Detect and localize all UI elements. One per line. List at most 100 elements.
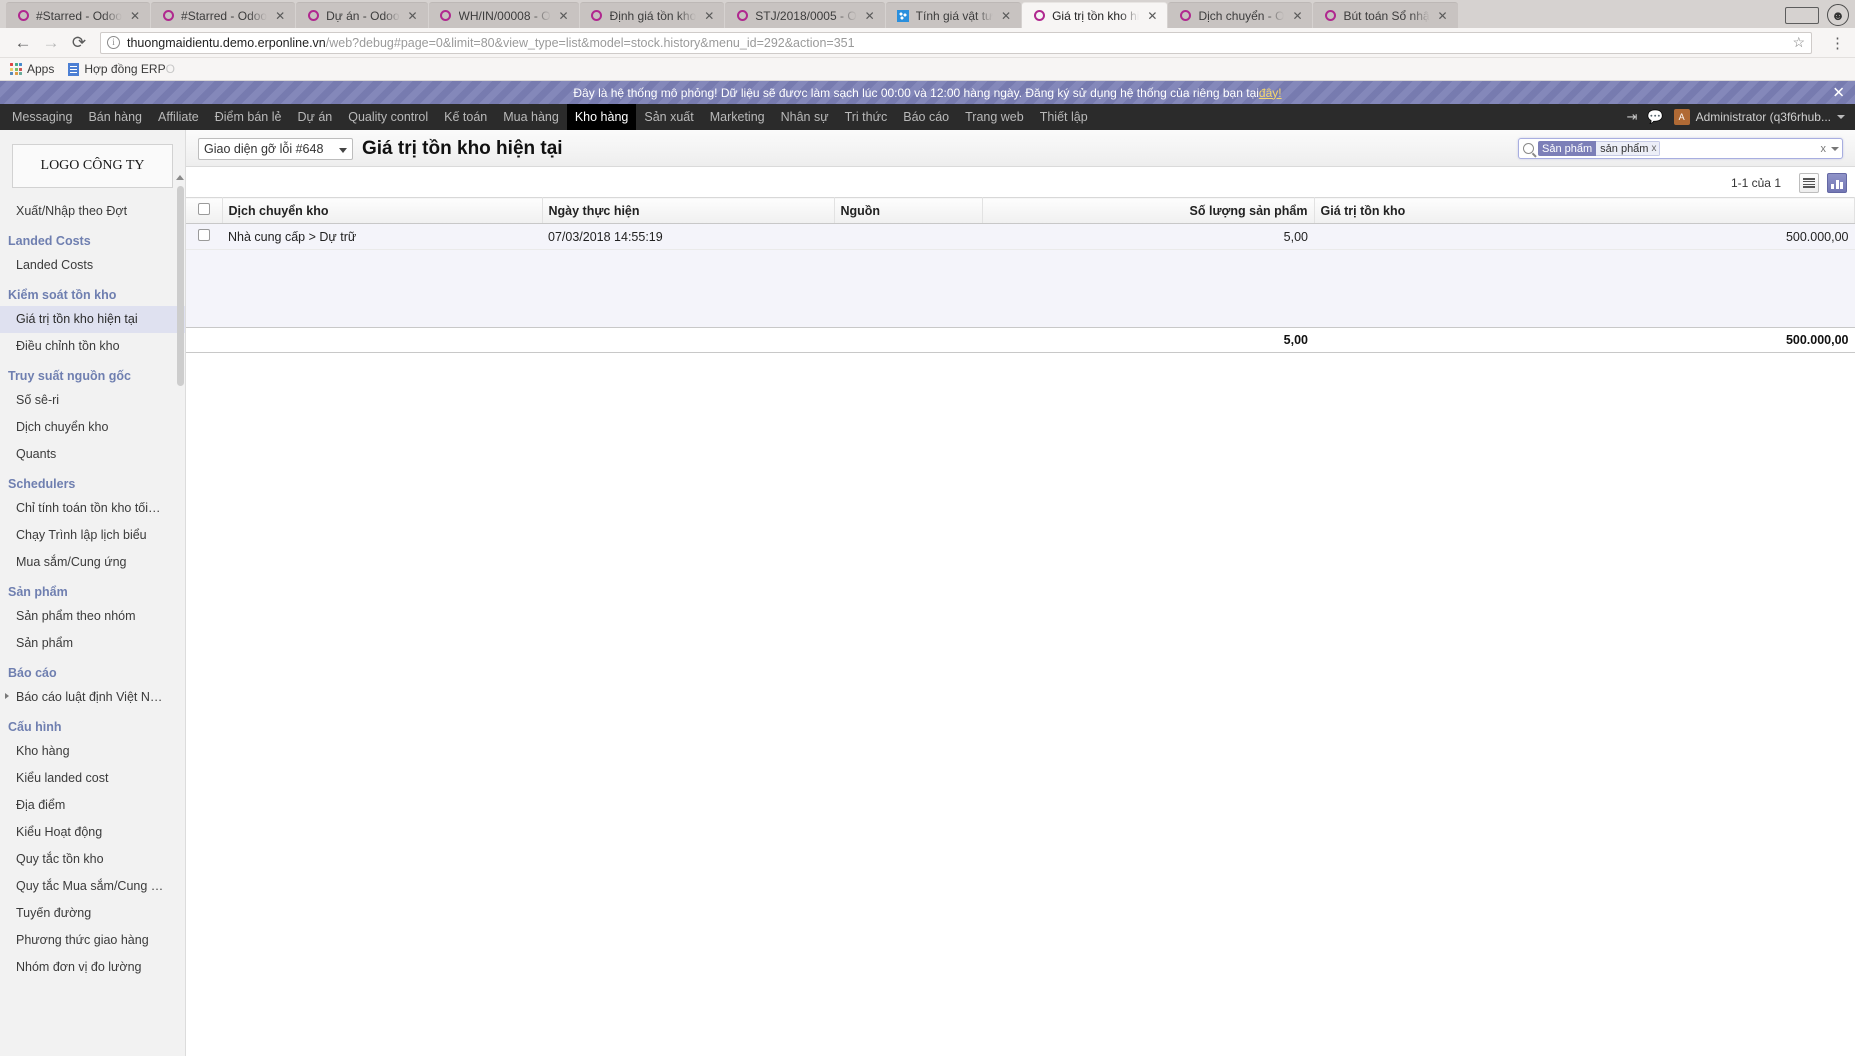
close-icon[interactable]: ✕ — [273, 10, 287, 22]
browser-tab[interactable]: Định giá tồn kho ✕ — [579, 2, 725, 28]
menu-item-pos[interactable]: Điểm bán lẻ — [207, 104, 290, 130]
close-icon[interactable]: ✕ — [1832, 85, 1845, 100]
sidebar-item-procurement-rules[interactable]: Quy tắc Mua sắm/Cung … — [0, 873, 185, 900]
sidebar-item-quants[interactable]: Quants — [0, 441, 185, 468]
sidebar-item-landed-cost-types[interactable]: Kiểu landed cost — [0, 765, 185, 792]
column-header-value[interactable]: Giá trị tồn kho — [1314, 197, 1855, 224]
list-view-icon[interactable] — [1799, 173, 1819, 193]
apps-label: Apps — [27, 62, 55, 76]
browser-tab[interactable]: #Starred - Odoo ✕ — [151, 2, 296, 28]
sidebar-item-stock-moves[interactable]: Dịch chuyển kho — [0, 414, 185, 441]
menu-item-knowledge[interactable]: Tri thức — [837, 104, 896, 130]
sidebar-scrollbar[interactable] — [177, 186, 184, 386]
menu-item-sales[interactable]: Bán hàng — [80, 104, 150, 130]
menu-item-manufacturing[interactable]: Sản xuất — [636, 104, 701, 130]
close-icon[interactable]: ✕ — [1145, 10, 1159, 22]
menu-item-messaging[interactable]: Messaging — [0, 104, 80, 130]
column-header-move[interactable]: Dịch chuyển kho — [222, 197, 543, 224]
close-icon[interactable]: ✕ — [1290, 10, 1304, 22]
user-menu[interactable]: A Administrator (q3f6rhub... — [1673, 109, 1845, 125]
search-facet-label: Sản phẩm — [1538, 141, 1597, 156]
column-header-source[interactable]: Nguồn — [834, 197, 983, 224]
sidebar-item-procurement[interactable]: Mua sắm/Cung ứng — [0, 549, 185, 576]
menu-item-inventory[interactable]: Kho hàng — [566, 104, 637, 130]
menu-item-hr[interactable]: Nhân sự — [773, 104, 837, 130]
sidebar-item-vn-statutory-reports[interactable]: Báo cáo luật định Việt N… — [0, 684, 185, 711]
close-icon[interactable]: ✕ — [128, 10, 142, 22]
sidebar-item-product-variants[interactable]: Sản phẩm theo nhóm — [0, 603, 185, 630]
browser-tab-active[interactable]: Giá trị tồn kho hi ✕ — [1022, 2, 1168, 28]
row-checkbox[interactable] — [198, 229, 210, 241]
sidebar-item-operation-types[interactable]: Kiểu Hoạt động — [0, 819, 185, 846]
browser-tab[interactable]: #Starred - Odoo ✕ — [6, 2, 151, 28]
sidebar-item-warehouses[interactable]: Kho hàng — [0, 738, 185, 765]
browser-menu-icon[interactable]: ⋮ — [1830, 34, 1845, 52]
menu-item-settings[interactable]: Thiết lập — [1032, 104, 1096, 130]
close-icon[interactable]: ✕ — [999, 10, 1013, 22]
sidebar-item-routes[interactable]: Tuyến đường — [0, 900, 185, 927]
sidebar-item-delivery-methods[interactable]: Phương thức giao hàng — [0, 927, 185, 954]
sidebar-item-reordering-rules[interactable]: Quy tắc tồn kho — [0, 846, 185, 873]
search-clear-icon[interactable]: x — [1818, 143, 1830, 155]
menu-item-affiliate[interactable]: Affiliate — [150, 104, 207, 130]
bookmark-item[interactable]: Hợp đồng ERP O — [68, 62, 175, 76]
back-icon[interactable]: ← — [10, 30, 36, 56]
browser-tab[interactable]: Dự án - Odoo ✕ — [296, 2, 428, 28]
sidebar-item-serial-numbers[interactable]: Số sê-ri — [0, 387, 185, 414]
bookmark-star-icon[interactable]: ☆ — [1792, 34, 1805, 51]
debug-view-select[interactable]: Giao diện gỡ lỗi #648 — [198, 138, 353, 160]
menu-item-website[interactable]: Trang web — [957, 104, 1032, 130]
maximize-icon[interactable] — [1785, 6, 1819, 24]
banner-register-link[interactable]: đây! — [1259, 86, 1282, 100]
menu-item-marketing[interactable]: Marketing — [702, 104, 773, 130]
scroll-up-icon[interactable] — [176, 175, 184, 180]
url-host: thuongmaidientu.demo.erponline.vn — [127, 35, 326, 50]
browser-tab[interactable]: Bút toán Sổ nhậ ✕ — [1313, 2, 1458, 28]
table-row[interactable]: Nhà cung cấp > Dự trữ 07/03/2018 14:55:1… — [186, 223, 1855, 250]
sidebar-item-locations[interactable]: Địa điểm — [0, 792, 185, 819]
address-bar[interactable]: i thuongmaidientu.demo.erponline.vn /web… — [100, 31, 1812, 54]
facet-remove-icon[interactable]: x — [1651, 143, 1656, 154]
profile-avatar-icon[interactable]: ☻ — [1827, 4, 1849, 26]
close-icon[interactable]: ✕ — [406, 10, 420, 22]
menu-item-quality-control[interactable]: Quality control — [340, 104, 436, 130]
close-icon[interactable]: ✕ — [1436, 10, 1450, 22]
sidebar-item-current-inventory-value[interactable]: Giá trị tồn kho hiện tại — [0, 306, 185, 333]
row-select-cell[interactable] — [186, 223, 222, 250]
cell-date: 07/03/2018 14:55:19 — [542, 223, 834, 250]
close-icon[interactable]: ✕ — [863, 10, 877, 22]
search-facet[interactable]: Sản phẩm sản phẩm x — [1538, 141, 1661, 156]
chat-icon[interactable]: 💬 — [1647, 109, 1663, 125]
select-all-cell[interactable] — [186, 197, 223, 224]
browser-tab[interactable]: WH/IN/00008 - O ✕ — [428, 2, 579, 28]
sidebar-item-batch-pickings[interactable]: Xuất/Nhập theo Đợt — [0, 198, 185, 225]
chevron-down-icon[interactable] — [1831, 146, 1839, 151]
browser-tab[interactable]: STJ/2018/0005 - O ✕ — [725, 2, 885, 28]
select-all-checkbox[interactable] — [198, 203, 210, 215]
menu-item-purchase[interactable]: Mua hàng — [495, 104, 567, 130]
graph-view-icon[interactable] — [1827, 173, 1847, 193]
column-header-date[interactable]: Ngày thực hiện — [542, 197, 835, 224]
menu-item-accounting[interactable]: Kế toán — [436, 104, 495, 130]
sidebar-item-products[interactable]: Sản phẩm — [0, 630, 185, 657]
apps-shortcut[interactable]: Apps — [10, 62, 54, 76]
sidebar-item-uom-categories[interactable]: Nhóm đơn vị đo lường — [0, 954, 185, 981]
logout-icon[interactable]: ⇥ — [1627, 109, 1638, 125]
column-header-quantity[interactable]: Số lượng sản phẩm — [982, 197, 1315, 224]
odoo-icon — [306, 9, 320, 23]
browser-tab[interactable]: Tính giá vật tư ✕ — [885, 2, 1022, 28]
menu-item-project[interactable]: Dự án — [289, 104, 340, 130]
sidebar-item-landed-costs[interactable]: Landed Costs — [0, 252, 185, 279]
pager[interactable]: 1-1 của 1 — [1731, 176, 1781, 190]
sidebar-item-run-scheduler[interactable]: Chạy Trình lập lịch biểu — [0, 522, 185, 549]
site-info-icon[interactable]: i — [107, 36, 120, 49]
reload-icon[interactable]: ⟳ — [66, 30, 92, 56]
close-icon[interactable]: ✕ — [702, 10, 716, 22]
forward-icon[interactable]: → — [38, 30, 64, 56]
search-input[interactable]: Sản phẩm sản phẩm x x — [1518, 138, 1843, 159]
browser-tab[interactable]: Dịch chuyển - O ✕ — [1168, 2, 1313, 28]
menu-item-reporting[interactable]: Báo cáo — [895, 104, 957, 130]
sidebar-item-inventory-adjustment[interactable]: Điều chỉnh tồn kho — [0, 333, 185, 360]
close-icon[interactable]: ✕ — [557, 10, 571, 22]
sidebar-item-compute-min-stock[interactable]: Chỉ tính toán tồn kho tối… — [0, 495, 185, 522]
